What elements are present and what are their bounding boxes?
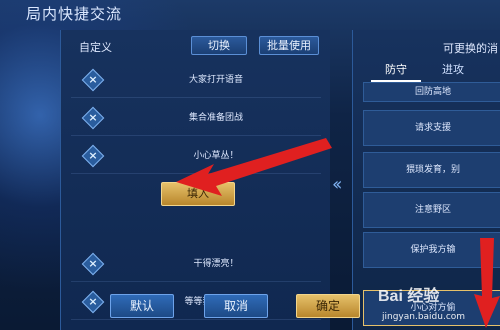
close-icon[interactable]: × xyxy=(81,252,105,276)
red-pointer-arrow-icon xyxy=(176,138,332,196)
list-item[interactable]: 回防高地 xyxy=(363,82,500,102)
list-item-text: 大家打开语音 xyxy=(188,75,243,85)
watermark-logo: Bai 经验 xyxy=(378,288,440,305)
list-item[interactable]: × 大家打开语音 xyxy=(71,62,321,98)
double-chevron-left-icon[interactable]: ‹‹ xyxy=(332,174,343,195)
tab-support[interactable]: 支 xyxy=(485,60,500,82)
confirm-button[interactable]: 确定 xyxy=(296,294,360,318)
list-item[interactable]: × 集合准备团战 xyxy=(71,100,321,136)
close-icon[interactable]: × xyxy=(81,68,105,92)
footer-actions: 默认 取消 确定 xyxy=(50,294,360,318)
watermark-url: jingyan.baidu.com xyxy=(382,312,466,322)
watermark: Bai 经验 jingyan.baidu.com xyxy=(378,282,500,328)
tab-bar: 防守 进攻 支 xyxy=(353,60,500,82)
default-button[interactable]: 默认 xyxy=(110,294,174,318)
list-item[interactable]: × 干得漂亮！ xyxy=(71,246,321,282)
page-title: 局内快捷交流 xyxy=(26,5,123,23)
custom-label: 自定义 xyxy=(79,41,112,54)
tab-attack[interactable]: 进攻 xyxy=(428,60,478,82)
switch-button[interactable]: 切换 xyxy=(191,36,247,55)
tab-defense[interactable]: 防守 xyxy=(371,60,421,82)
cancel-button[interactable]: 取消 xyxy=(204,294,268,318)
list-item[interactable]: 猥琐发育，别 xyxy=(363,152,500,188)
close-icon[interactable]: × xyxy=(81,106,105,130)
list-item-text: 干得漂亮！ xyxy=(193,259,239,269)
panel-header: 自定义 切换 批量使用 xyxy=(61,30,331,60)
batch-use-button[interactable]: 批量使用 xyxy=(259,36,319,55)
list-item[interactable]: 注意野区 xyxy=(363,192,500,228)
list-item[interactable]: 请求支援 xyxy=(363,110,500,146)
right-panel-title: 可更换的消 xyxy=(443,42,498,55)
list-item-text: 集合准备团战 xyxy=(188,113,243,123)
close-icon[interactable]: × xyxy=(81,144,105,168)
